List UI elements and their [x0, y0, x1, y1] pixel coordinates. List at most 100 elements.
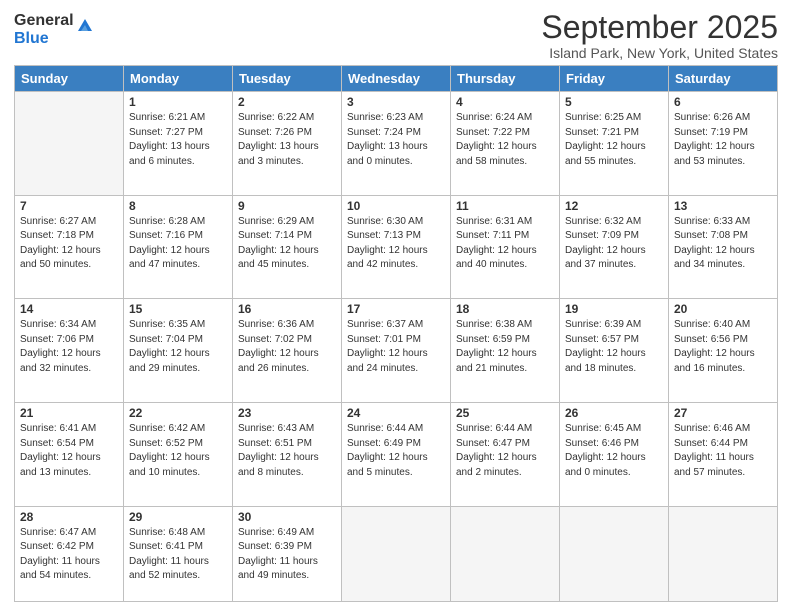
- calendar-cell: 3 Sunrise: 6:23 AMSunset: 7:24 PMDaylight…: [342, 92, 451, 196]
- day-number: 29: [129, 510, 227, 524]
- logo: General Blue: [14, 12, 94, 47]
- col-header-sunday: Sunday: [15, 66, 124, 92]
- day-info: Sunrise: 6:45 AMSunset: 6:46 PMDaylight:…: [565, 422, 663, 480]
- day-info: Sunrise: 6:43 AMSunset: 6:51 PMDaylight:…: [238, 422, 336, 480]
- header-row: SundayMondayTuesdayWednesdayThursdayFrid…: [15, 66, 778, 92]
- day-number: 6: [674, 95, 772, 109]
- calendar-cell: 29 Sunrise: 6:48 AMSunset: 6:41 PMDayligh…: [124, 506, 233, 601]
- day-info: Sunrise: 6:47 AMSunset: 6:42 PMDaylight:…: [20, 526, 118, 584]
- calendar-cell: 9 Sunrise: 6:29 AMSunset: 7:14 PMDaylight…: [233, 195, 342, 299]
- calendar-cell: [560, 506, 669, 601]
- col-header-wednesday: Wednesday: [342, 66, 451, 92]
- calendar-cell: 21 Sunrise: 6:41 AMSunset: 6:54 PMDayligh…: [15, 403, 124, 507]
- day-number: 5: [565, 95, 663, 109]
- day-number: 28: [20, 510, 118, 524]
- day-number: 18: [456, 302, 554, 316]
- day-number: 21: [20, 406, 118, 420]
- calendar-cell: [342, 506, 451, 601]
- calendar-cell: 22 Sunrise: 6:42 AMSunset: 6:52 PMDayligh…: [124, 403, 233, 507]
- day-info: Sunrise: 6:29 AMSunset: 7:14 PMDaylight:…: [238, 215, 336, 273]
- logo-general: General: [14, 12, 74, 30]
- day-number: 20: [674, 302, 772, 316]
- day-info: Sunrise: 6:33 AMSunset: 7:08 PMDaylight:…: [674, 215, 772, 273]
- day-number: 27: [674, 406, 772, 420]
- day-info: Sunrise: 6:30 AMSunset: 7:13 PMDaylight:…: [347, 215, 445, 273]
- calendar-cell: 27 Sunrise: 6:46 AMSunset: 6:44 PMDayligh…: [669, 403, 778, 507]
- day-number: 14: [20, 302, 118, 316]
- day-info: Sunrise: 6:34 AMSunset: 7:06 PMDaylight:…: [20, 318, 118, 376]
- calendar-cell: 14 Sunrise: 6:34 AMSunset: 7:06 PMDayligh…: [15, 299, 124, 403]
- day-info: Sunrise: 6:40 AMSunset: 6:56 PMDaylight:…: [674, 318, 772, 376]
- calendar-cell: 6 Sunrise: 6:26 AMSunset: 7:19 PMDaylight…: [669, 92, 778, 196]
- day-number: 4: [456, 95, 554, 109]
- calendar-cell: 7 Sunrise: 6:27 AMSunset: 7:18 PMDaylight…: [15, 195, 124, 299]
- day-info: Sunrise: 6:27 AMSunset: 7:18 PMDaylight:…: [20, 215, 118, 273]
- day-number: 25: [456, 406, 554, 420]
- day-info: Sunrise: 6:24 AMSunset: 7:22 PMDaylight:…: [456, 111, 554, 169]
- day-info: Sunrise: 6:23 AMSunset: 7:24 PMDaylight:…: [347, 111, 445, 169]
- calendar-cell: 2Sunrise: 6:22 AMSunset: 7:26 PMDaylight…: [233, 92, 342, 196]
- calendar-cell: 5 Sunrise: 6:25 AMSunset: 7:21 PMDaylight…: [560, 92, 669, 196]
- calendar-cell: 17Sunrise: 6:37 AMSunset: 7:01 PMDayligh…: [342, 299, 451, 403]
- day-number: 13: [674, 199, 772, 213]
- page: General Blue September 2025 Island Park,…: [0, 0, 792, 612]
- day-info: Sunrise: 6:31 AMSunset: 7:11 PMDaylight:…: [456, 215, 554, 273]
- col-header-thursday: Thursday: [451, 66, 560, 92]
- day-info: Sunrise: 6:41 AMSunset: 6:54 PMDaylight:…: [20, 422, 118, 480]
- day-number: 10: [347, 199, 445, 213]
- calendar-cell: 8 Sunrise: 6:28 AMSunset: 7:16 PMDaylight…: [124, 195, 233, 299]
- day-number: 26: [565, 406, 663, 420]
- day-number: 30: [238, 510, 336, 524]
- day-info: Sunrise: 6:36 AMSunset: 7:02 PMDaylight:…: [238, 318, 336, 376]
- calendar-cell: 30 Sunrise: 6:49 AMSunset: 6:39 PMDayligh…: [233, 506, 342, 601]
- day-info: Sunrise: 6:28 AMSunset: 7:16 PMDaylight:…: [129, 215, 227, 273]
- calendar-cell: 25 Sunrise: 6:44 AMSunset: 6:47 PMDayligh…: [451, 403, 560, 507]
- logo-icon: [76, 17, 94, 35]
- day-number: 23: [238, 406, 336, 420]
- calendar-cell: 11 Sunrise: 6:31 AMSunset: 7:11 PMDayligh…: [451, 195, 560, 299]
- calendar-cell: 15Sunrise: 6:35 AMSunset: 7:04 PMDayligh…: [124, 299, 233, 403]
- location: Island Park, New York, United States: [541, 45, 778, 61]
- day-info: Sunrise: 6:26 AMSunset: 7:19 PMDaylight:…: [674, 111, 772, 169]
- day-info: Sunrise: 6:21 AMSunset: 7:27 PMDaylight:…: [129, 111, 227, 169]
- title-area: September 2025 Island Park, New York, Un…: [541, 10, 778, 61]
- day-number: 1: [129, 95, 227, 109]
- col-header-tuesday: Tuesday: [233, 66, 342, 92]
- day-info: Sunrise: 6:44 AMSunset: 6:47 PMDaylight:…: [456, 422, 554, 480]
- day-number: 3: [347, 95, 445, 109]
- col-header-monday: Monday: [124, 66, 233, 92]
- day-info: Sunrise: 6:25 AMSunset: 7:21 PMDaylight:…: [565, 111, 663, 169]
- calendar-cell: 16 Sunrise: 6:36 AMSunset: 7:02 PMDayligh…: [233, 299, 342, 403]
- calendar-table: SundayMondayTuesdayWednesdayThursdayFrid…: [14, 65, 778, 602]
- day-number: 8: [129, 199, 227, 213]
- calendar-cell: 18 Sunrise: 6:38 AMSunset: 6:59 PMDayligh…: [451, 299, 560, 403]
- day-info: Sunrise: 6:46 AMSunset: 6:44 PMDaylight:…: [674, 422, 772, 480]
- day-info: Sunrise: 6:39 AMSunset: 6:57 PMDaylight:…: [565, 318, 663, 376]
- calendar-cell: 10 Sunrise: 6:30 AMSunset: 7:13 PMDayligh…: [342, 195, 451, 299]
- day-number: 22: [129, 406, 227, 420]
- day-info: Sunrise: 6:48 AMSunset: 6:41 PMDaylight:…: [129, 526, 227, 584]
- day-info: Sunrise: 6:32 AMSunset: 7:09 PMDaylight:…: [565, 215, 663, 273]
- calendar-cell: 12 Sunrise: 6:32 AMSunset: 7:09 PMDayligh…: [560, 195, 669, 299]
- day-number: 11: [456, 199, 554, 213]
- day-info: Sunrise: 6:22 AMSunset: 7:26 PMDaylight:…: [238, 111, 336, 169]
- col-header-friday: Friday: [560, 66, 669, 92]
- day-number: 9: [238, 199, 336, 213]
- calendar-cell: 4 Sunrise: 6:24 AMSunset: 7:22 PMDaylight…: [451, 92, 560, 196]
- calendar-cell: [451, 506, 560, 601]
- calendar-cell: 26 Sunrise: 6:45 AMSunset: 6:46 PMDayligh…: [560, 403, 669, 507]
- day-number: 12: [565, 199, 663, 213]
- day-info: Sunrise: 6:49 AMSunset: 6:39 PMDaylight:…: [238, 526, 336, 584]
- month-title: September 2025: [541, 10, 778, 45]
- day-number: 15: [129, 302, 227, 316]
- day-info: Sunrise: 6:44 AMSunset: 6:49 PMDaylight:…: [347, 422, 445, 480]
- calendar-cell: 28 Sunrise: 6:47 AMSunset: 6:42 PMDayligh…: [15, 506, 124, 601]
- header: General Blue September 2025 Island Park,…: [14, 10, 778, 61]
- day-info: Sunrise: 6:38 AMSunset: 6:59 PMDaylight:…: [456, 318, 554, 376]
- day-number: 7: [20, 199, 118, 213]
- day-number: 16: [238, 302, 336, 316]
- calendar-cell: [15, 92, 124, 196]
- day-number: 24: [347, 406, 445, 420]
- day-info: Sunrise: 6:37 AMSunset: 7:01 PMDaylight:…: [347, 318, 445, 376]
- day-info: Sunrise: 6:42 AMSunset: 6:52 PMDaylight:…: [129, 422, 227, 480]
